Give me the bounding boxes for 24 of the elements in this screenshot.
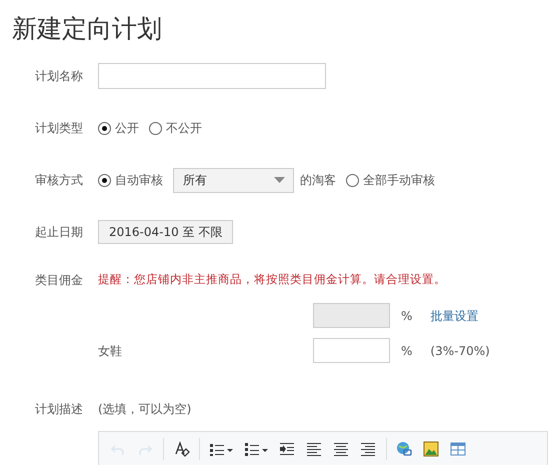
field-label: 审核方式 [35,172,84,189]
field-label: 类目佣金 [35,272,84,289]
unit-text: % [401,308,412,324]
text-field[interactable] [98,63,326,89]
suffix-text: 的淘客 [300,172,336,189]
batch-set-link[interactable]: 批量设置 [430,306,478,324]
select-dropdown[interactable]: 所有 [173,168,294,192]
page-title: 新建定向计划 [12,13,163,45]
caret-icon [274,177,285,183]
radio-option[interactable]: 全部手动审核 [346,171,435,189]
notice-text: 提醒：您店铺内非主推商品，将按照类目佣金计算。请合理设置。 [98,271,446,288]
date-range-button[interactable]: 2016-04-10 至 不限 [98,220,234,244]
field-label: 起止日期 [35,224,84,241]
radio-option[interactable]: 自动审核 [98,171,163,189]
radio-option[interactable]: 不公开 [149,119,202,137]
radio-option[interactable]: 公开 [98,119,139,137]
field-label: 计划类型 [35,120,84,137]
hint-text: (选填，可以为空) [98,401,192,418]
field-label: 计划描述 [35,401,84,418]
unit-text: % [401,342,412,360]
range-text: (3%-70%) [430,342,490,360]
category-name: 女鞋 [98,342,123,360]
percent-field[interactable] [313,338,390,363]
field-label: 计划名称 [35,68,84,85]
